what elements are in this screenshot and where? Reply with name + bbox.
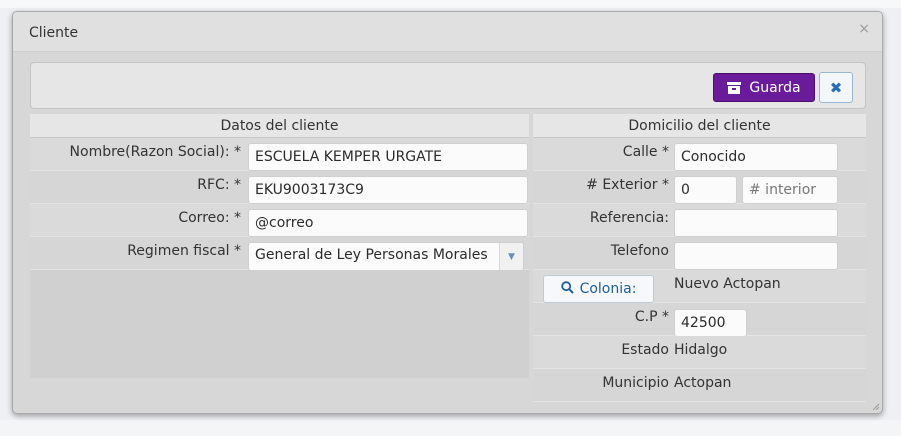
form-row-rfc: RFC: * EKU9003173C9: [30, 171, 529, 204]
street-label: Calle *: [622, 144, 669, 160]
state-label: Estado: [621, 342, 669, 358]
address-section-title: Domicilio del cliente: [533, 114, 866, 138]
exterior-number-input[interactable]: 0: [674, 176, 737, 204]
cancel-button[interactable]: ✖: [819, 72, 853, 103]
dialog-close-button[interactable]: ×: [858, 21, 870, 37]
state-value: Hidalgo: [674, 342, 728, 358]
municipality-value: Actopan: [674, 375, 732, 391]
exterior-label: # Exterior *: [586, 177, 669, 193]
toolbar: Guarda ✖: [30, 62, 866, 109]
resize-grip-icon[interactable]: [871, 402, 879, 410]
rfc-input[interactable]: EKU9003173C9: [248, 176, 528, 204]
regime-select-value: General de Ley Personas Morales: [255, 247, 488, 263]
email-label: Correo: *: [178, 210, 241, 226]
form-row-phone: Telefono: [533, 237, 866, 270]
cliente-dialog: Cliente × Guarda ✖ Datos del cliente Nom…: [12, 11, 883, 414]
form-row-email: Correo: * @correo: [30, 204, 529, 237]
email-input[interactable]: @correo: [248, 209, 528, 237]
name-label: Nombre(Razon Social): *: [69, 144, 241, 160]
form-row-name: Nombre(Razon Social): * ESCUELA KEMPER U…: [30, 138, 529, 171]
municipality-label: Municipio: [602, 375, 669, 391]
save-icon: [727, 81, 742, 94]
dialog-title: Cliente: [29, 25, 79, 41]
save-button-label: Guarda: [749, 79, 801, 96]
search-icon: [560, 280, 574, 298]
background-strip: [0, 420, 901, 436]
colonia-value: Nuevo Actopan: [674, 276, 781, 292]
close-icon: ✖: [829, 78, 843, 97]
form-row-street: Calle * Conocido: [533, 138, 866, 171]
cp-input[interactable]: 42500: [674, 309, 747, 337]
name-input[interactable]: ESCUELA KEMPER URGATE: [248, 143, 528, 171]
colonia-search-button[interactable]: Colonia:: [543, 275, 654, 303]
save-button[interactable]: Guarda: [713, 73, 815, 102]
reference-input[interactable]: [674, 209, 838, 237]
address-panel: Domicilio del cliente Calle * Conocido #…: [533, 114, 866, 402]
chevron-down-icon[interactable]: ▼: [499, 243, 523, 270]
form-row-cp: C.P * 42500: [533, 303, 866, 337]
form-row-number: # Exterior * 0 # interior: [533, 171, 866, 204]
background-strip: [0, 0, 901, 8]
regime-select[interactable]: General de Ley Personas Morales ▼: [248, 242, 524, 271]
phone-input[interactable]: [674, 242, 838, 270]
rfc-label: RFC: *: [197, 177, 241, 193]
client-section-title: Datos del cliente: [30, 114, 529, 138]
form-row-state: Estado Hidalgo: [533, 336, 866, 369]
dialog-titlebar[interactable]: Cliente ×: [13, 12, 882, 52]
cp-label: C.P *: [634, 309, 669, 325]
regime-label: Regimen fiscal *: [127, 243, 241, 259]
interior-number-input[interactable]: # interior: [742, 176, 838, 204]
street-input[interactable]: Conocido: [674, 143, 838, 171]
form-row-municipality: Municipio Actopan: [533, 369, 866, 402]
form-row-reference: Referencia:: [533, 204, 866, 237]
phone-label: Telefono: [610, 243, 669, 259]
form-row-regime: Regimen fiscal * General de Ley Personas…: [30, 237, 529, 271]
colonia-button-label: Colonia:: [579, 281, 637, 297]
form-row-colonia: Colonia: Nuevo Actopan: [533, 270, 866, 303]
client-data-panel: Datos del cliente Nombre(Razon Social): …: [30, 114, 529, 378]
reference-label: Referencia:: [589, 210, 669, 226]
